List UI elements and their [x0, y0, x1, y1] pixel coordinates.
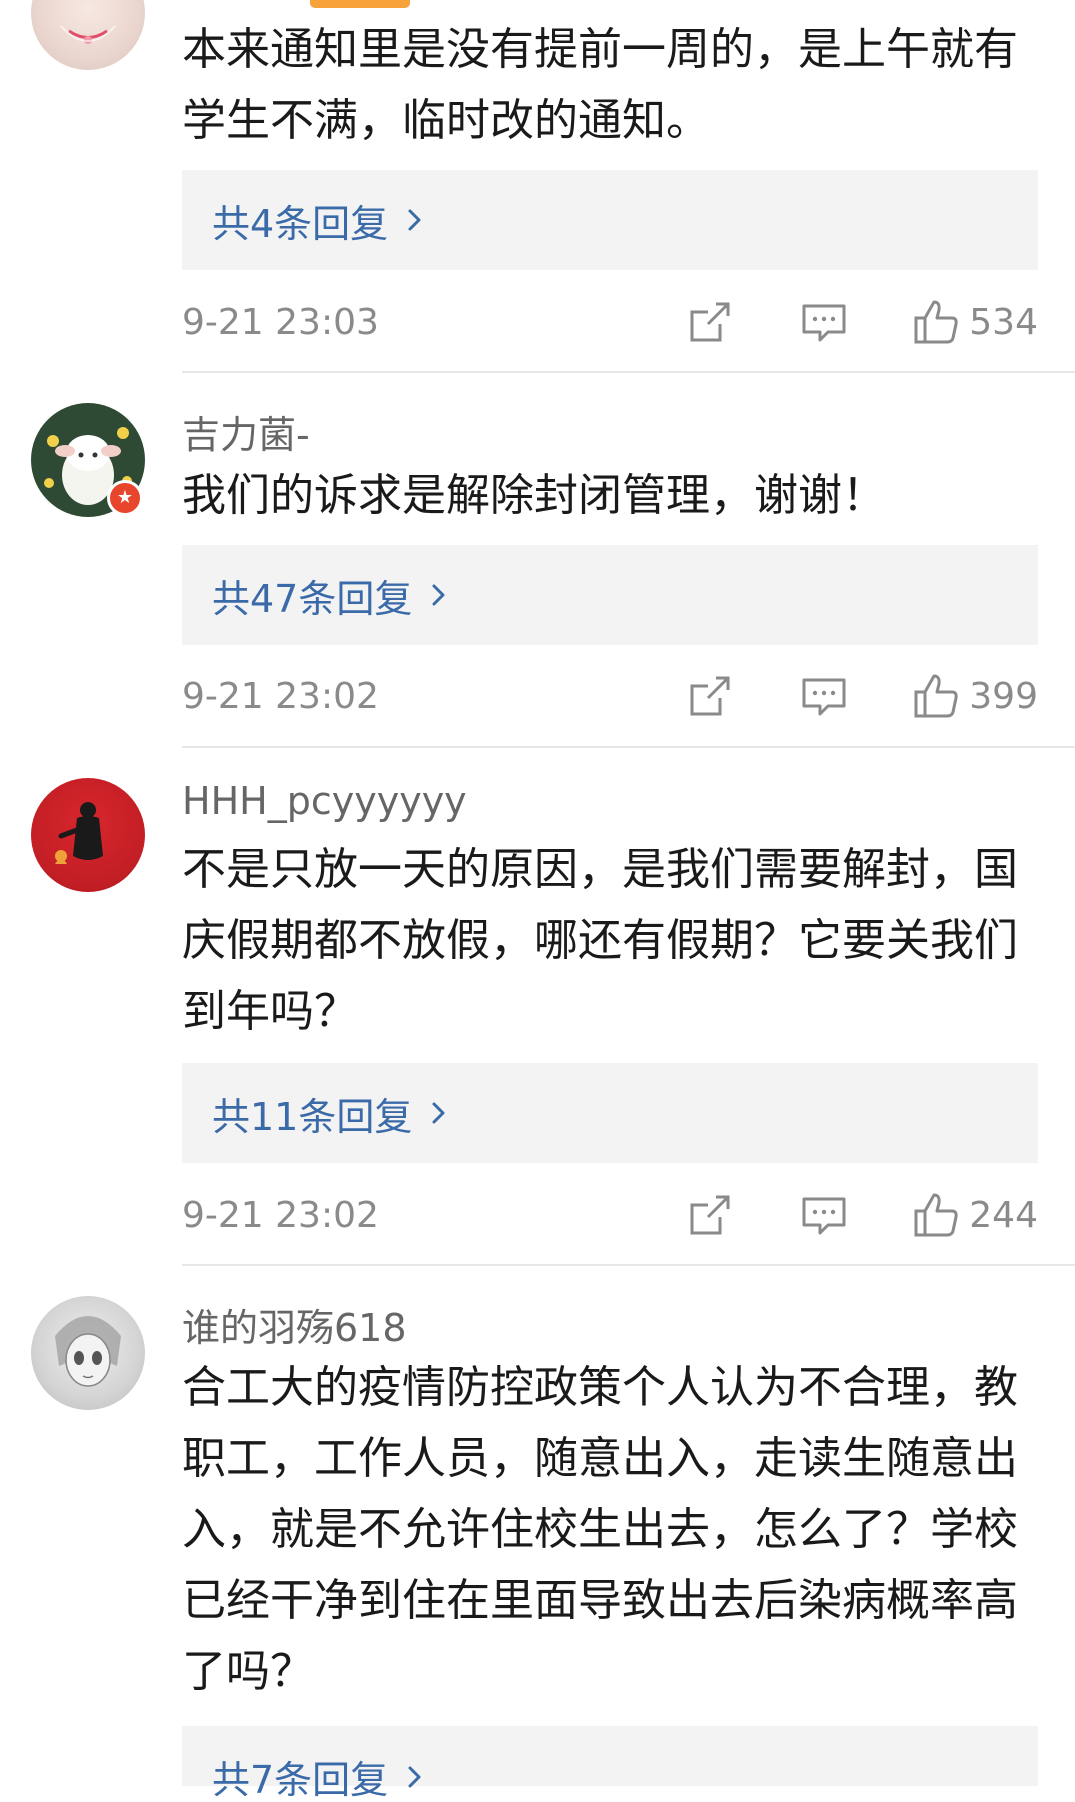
chevron-right-icon: [400, 1762, 430, 1792]
avatar-illustration: [60, 25, 116, 44]
avatar-illustration: [55, 802, 103, 864]
replies-label: 共11条回复: [212, 1094, 413, 1139]
thumbs-up-icon[interactable]: [912, 1191, 960, 1239]
chevron-right-icon: [424, 1098, 454, 1128]
replies-label: 共47条回复: [212, 576, 413, 621]
comment-meta: 9-21 23:02 244: [182, 1187, 1038, 1247]
like-count: 244: [969, 1195, 1038, 1236]
replies-label: 共4条回复: [212, 201, 389, 246]
username[interactable]: 谁的羽殇618: [182, 1297, 407, 1352]
comment-text: 合工大的疫情防控政策个人认为不合理，教 职工，工作人员，随意出入，走读生随意出 …: [182, 1362, 1018, 1697]
chevron-right-icon: [400, 205, 430, 235]
thumbs-up-icon[interactable]: [912, 298, 960, 346]
replies-link[interactable]: 共11条回复: [182, 1063, 1038, 1163]
comment-text: 我们的诉求是解除封闭管理，谢谢！: [182, 470, 886, 521]
avatar[interactable]: [31, 0, 145, 70]
chevron-right-icon: [424, 580, 454, 610]
divider: [182, 1264, 1075, 1266]
scroll-indicator: [310, 0, 410, 8]
share-icon[interactable]: [686, 298, 734, 346]
divider: [182, 371, 1075, 373]
timestamp: 9-21 23:02: [182, 676, 379, 717]
comment-text: 本来通知里是没有提前一周的，是上午就有 学生不满，临时改的通知。: [182, 24, 1018, 146]
comment-icon[interactable]: [800, 298, 848, 346]
share-icon[interactable]: [686, 1191, 734, 1239]
username[interactable]: 吉力菌-: [182, 404, 310, 459]
timestamp: 9-21 23:03: [182, 302, 379, 343]
replies-link[interactable]: 共4条回复: [182, 170, 1038, 270]
like-count: 534: [969, 302, 1038, 343]
replies-label: 共7条回复: [212, 1758, 389, 1802]
avatar[interactable]: [31, 1296, 145, 1410]
thumbs-up-icon[interactable]: [912, 672, 960, 720]
share-icon[interactable]: [686, 672, 734, 720]
divider: [182, 746, 1075, 748]
comment-meta: 9-21 23:03 534: [182, 294, 1038, 354]
comment-text: 不是只放一天的原因，是我们需要解封，国 庆假期都不放假，哪还有假期？它要关我们 …: [182, 844, 1018, 1037]
timestamp: 9-21 23:02: [182, 1195, 379, 1236]
comment-meta: 9-21 23:02 399: [182, 668, 1038, 728]
comment-icon[interactable]: [800, 672, 848, 720]
username[interactable]: HHH_pcyyyyyy: [182, 779, 467, 823]
like-count: 399: [969, 676, 1038, 717]
comment-icon[interactable]: [800, 1191, 848, 1239]
replies-link[interactable]: 共47条回复: [182, 545, 1038, 645]
avatar[interactable]: [31, 778, 145, 892]
avatar-illustration: [55, 1316, 121, 1387]
replies-link[interactable]: 共7条回复: [182, 1726, 1038, 1800]
verified-badge: ★: [107, 480, 143, 516]
